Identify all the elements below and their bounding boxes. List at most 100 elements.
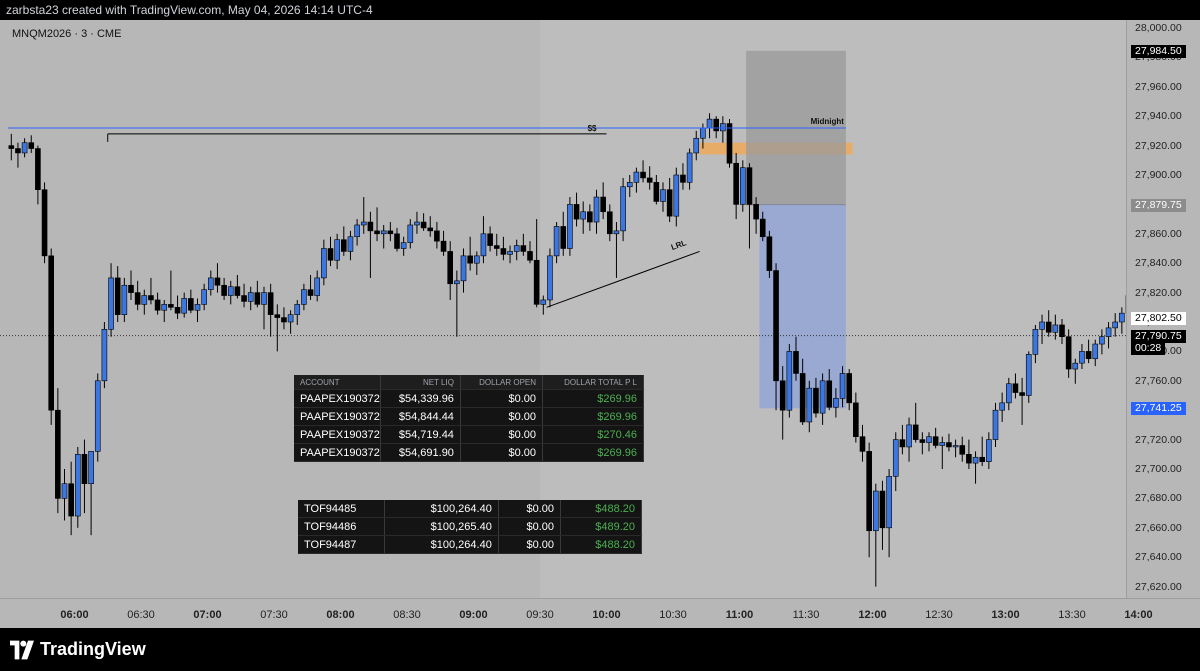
candle xyxy=(1079,351,1085,364)
candle xyxy=(1032,329,1039,355)
candle xyxy=(507,251,513,255)
candle xyxy=(274,314,281,318)
candle xyxy=(81,453,88,484)
candle xyxy=(161,304,168,311)
candle xyxy=(553,226,560,257)
candle xyxy=(853,402,859,437)
candle xyxy=(992,409,999,440)
candle xyxy=(1059,324,1065,338)
account-name: PAAPEX1903720 xyxy=(294,425,381,444)
time-tick-label: 06:30 xyxy=(127,609,155,621)
price-badge: 27,984.50 xyxy=(1131,44,1186,58)
candle xyxy=(1092,343,1099,360)
time-tick-label: 09:30 xyxy=(526,609,554,621)
candle xyxy=(513,245,520,252)
candle xyxy=(547,255,553,301)
candle xyxy=(1025,354,1032,396)
candle xyxy=(1119,312,1125,323)
candle xyxy=(247,292,254,302)
time-tick-label: 10:30 xyxy=(659,609,687,621)
candle xyxy=(61,483,68,499)
candle xyxy=(68,483,74,517)
account-row: PAAPEX1903720 $54,844.44 $0.00 $269.96 xyxy=(294,407,644,426)
account-row: PAAPEX1903720 $54,691.90 $0.00 $269.96 xyxy=(294,443,644,462)
candle xyxy=(360,221,367,226)
candle xyxy=(813,387,819,414)
candle xyxy=(8,145,15,149)
total-pl-value: $488.20 xyxy=(560,535,642,554)
candle xyxy=(766,236,773,271)
candle xyxy=(101,329,108,382)
accounts-table-2: TOF94485 $100,264.40 $0.00 $488.20 TOF94486 $… xyxy=(298,500,642,554)
candle xyxy=(912,424,919,440)
price-axis[interactable]: 28,000.0027,980.0027,960.0027,940.0027,9… xyxy=(1126,20,1200,598)
candle xyxy=(234,286,241,296)
candle xyxy=(713,118,720,132)
account-row: PAAPEX1903720 $54,719.44 $0.00 $270.46 xyxy=(294,425,644,444)
time-axis[interactable]: 06:00 06:30 07:00 07:30 08:00 08:30 09:00 09:30… xyxy=(0,598,1200,629)
net-liq-value: $100,265.40 xyxy=(384,517,499,536)
candle xyxy=(28,142,35,149)
price-tick-label: 27,900.00 xyxy=(1135,169,1182,181)
candle xyxy=(221,284,227,296)
price-tick-label: 27,760.00 xyxy=(1135,374,1182,387)
candle xyxy=(640,171,646,179)
candle xyxy=(520,245,527,252)
account-name: TOF94486 xyxy=(298,517,385,536)
midnight-label: Midnight xyxy=(811,117,845,126)
candle xyxy=(493,245,500,249)
candle xyxy=(560,226,567,249)
candle xyxy=(833,398,839,408)
candle xyxy=(1072,362,1079,370)
candle xyxy=(680,174,686,183)
candle xyxy=(899,439,906,448)
accounts-table: ACCOUNT NET LIQ DOLLAR OPEN DOLLAR TOTAL… xyxy=(294,375,644,462)
candle xyxy=(321,248,327,279)
dollar-open-value: $0.00 xyxy=(460,407,544,426)
candle xyxy=(407,224,414,243)
chart-pane[interactable]: Midnight $$ LRL MNQM2026 · 3 · CME ACCOUNT… xyxy=(0,20,1151,598)
brand-wordmark: TradingView xyxy=(40,639,146,659)
candle xyxy=(587,211,593,223)
candle xyxy=(94,380,101,452)
candle xyxy=(88,451,94,484)
candle xyxy=(620,186,626,232)
time-tick-label: 13:30 xyxy=(1058,609,1086,621)
candle xyxy=(779,380,786,411)
col-net-liq-header: NET LIQ xyxy=(380,375,461,390)
candle xyxy=(773,270,779,382)
dollar-open-value: $0.00 xyxy=(460,443,544,462)
candle xyxy=(959,445,966,455)
sellside-label: $$ xyxy=(588,124,597,133)
time-tick-label: 14:00 xyxy=(1124,609,1153,621)
candle xyxy=(480,233,487,257)
candle xyxy=(327,248,334,261)
candle xyxy=(241,295,247,302)
price-badge: 27,879.75 xyxy=(1131,198,1186,212)
price-tick-label: 27,920.00 xyxy=(1135,139,1182,152)
candle xyxy=(866,451,872,532)
account-name: TOF94485 xyxy=(298,500,385,518)
candle xyxy=(986,439,992,462)
candle xyxy=(540,299,547,305)
candle xyxy=(700,127,706,139)
candle xyxy=(420,221,427,229)
symbol-label[interactable]: MNQM2026 · 3 · CME xyxy=(12,28,121,40)
candle xyxy=(467,255,473,264)
candle xyxy=(434,230,440,242)
candle xyxy=(819,380,826,414)
candle xyxy=(134,292,141,305)
candle xyxy=(946,442,952,448)
candle xyxy=(1099,336,1105,345)
candle xyxy=(932,436,939,446)
candle xyxy=(334,239,340,261)
time-tick-label: 12:00 xyxy=(858,609,887,621)
time-tick-label: 09:00 xyxy=(459,609,488,621)
col-dollar-open-header: DOLLAR OPEN xyxy=(460,375,544,390)
candle xyxy=(606,211,613,235)
candle xyxy=(886,476,892,529)
candle xyxy=(1019,392,1025,396)
candle xyxy=(626,182,633,188)
col-account-header: ACCOUNT xyxy=(294,375,381,390)
time-tick-label: 07:00 xyxy=(193,609,222,621)
